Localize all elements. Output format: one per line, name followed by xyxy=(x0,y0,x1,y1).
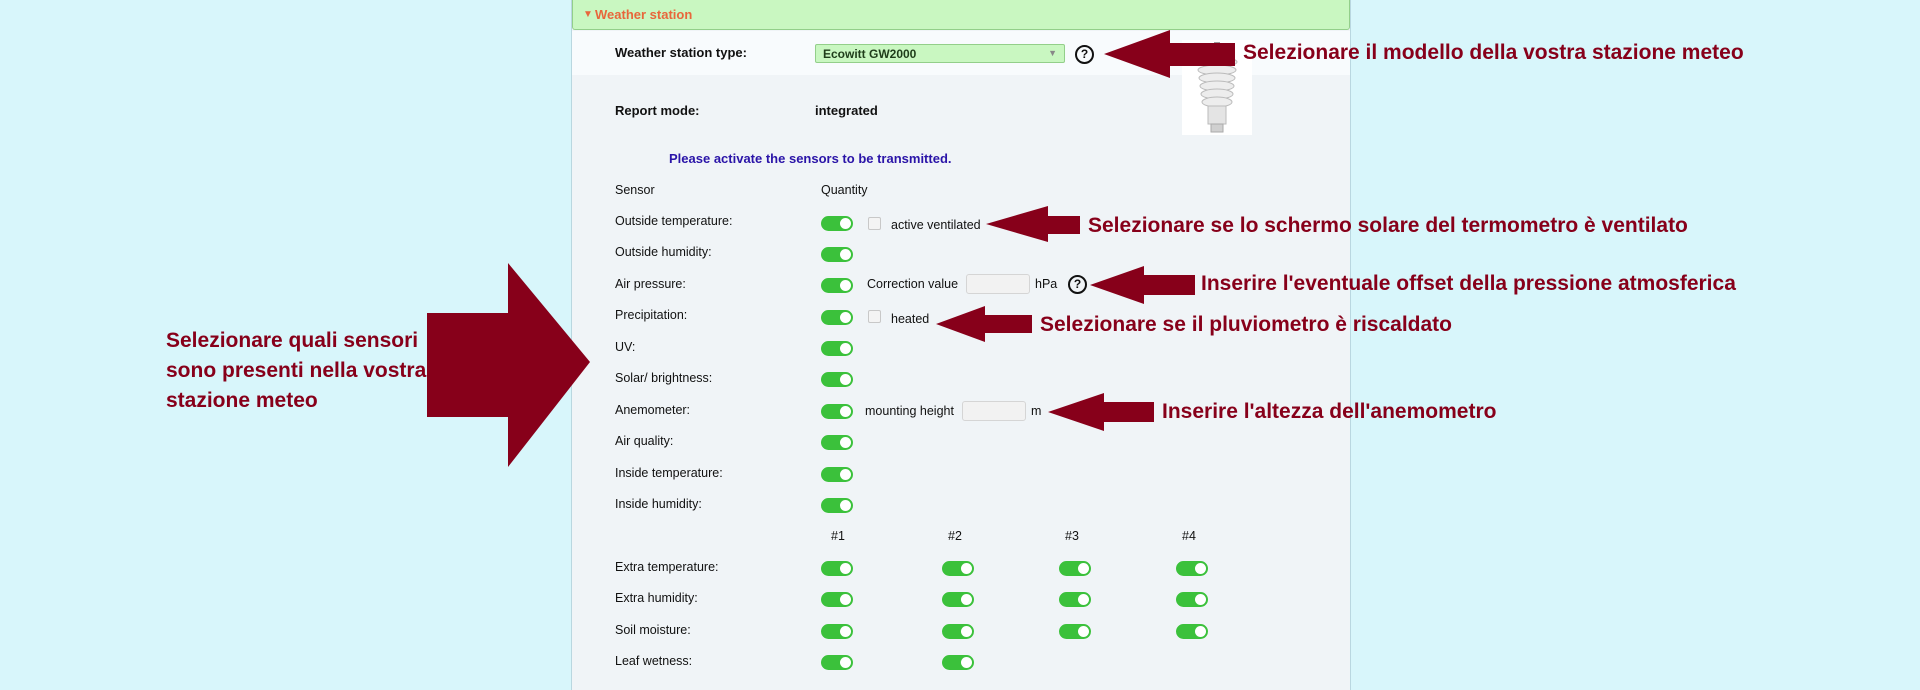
toggle-inside-humidity[interactable] xyxy=(821,498,853,513)
heated-label: heated xyxy=(891,312,930,326)
toggle-leaf-wetness-1[interactable] xyxy=(821,655,853,670)
active-ventilated-label: active ventilated xyxy=(891,218,981,232)
station-type-label: Weather station type: xyxy=(615,45,747,60)
toggle-extra-humidity-3[interactable] xyxy=(1059,592,1091,607)
toggle-soil-moisture-1[interactable] xyxy=(821,624,853,639)
panel-title: Weather station xyxy=(595,7,693,22)
column-header-2: #2 xyxy=(948,529,962,543)
toggle-extra-temperature-3[interactable] xyxy=(1059,561,1091,576)
sensor-label-extra-temperature: Extra temperature: xyxy=(615,560,719,574)
toggle-outside-temperature[interactable] xyxy=(821,216,853,231)
toggle-soil-moisture-4[interactable] xyxy=(1176,624,1208,639)
sensor-label-precipitation: Precipitation: xyxy=(615,308,688,322)
toggle-extra-humidity-1[interactable] xyxy=(821,592,853,607)
toggle-inside-temperature[interactable] xyxy=(821,467,853,482)
sensor-label-extra-humidity: Extra humidity: xyxy=(615,591,698,605)
annotation-sensors: Selezionare quali sensori sono presenti … xyxy=(166,329,427,412)
sensor-label-outside-temperature: Outside temperature: xyxy=(615,214,733,228)
toggle-solar[interactable] xyxy=(821,372,853,387)
column-header-4: #4 xyxy=(1182,529,1196,543)
sensor-label-solar: Solar/ brightness: xyxy=(615,371,713,385)
sensor-label-air-pressure: Air pressure: xyxy=(615,277,686,291)
toggle-leaf-wetness-2[interactable] xyxy=(942,655,974,670)
sensor-label-soil-moisture: Soil moisture: xyxy=(615,623,691,637)
sensor-label-inside-humidity: Inside humidity: xyxy=(615,497,702,511)
toggle-soil-moisture-3[interactable] xyxy=(1059,624,1091,639)
annotation-heated: Selezionare se il pluviometro è riscalda… xyxy=(1040,313,1452,336)
panel-header[interactable]: ▼ Weather station xyxy=(572,0,1350,30)
column-header-1: #1 xyxy=(831,529,845,543)
mounting-height-unit: m xyxy=(1031,404,1042,418)
toggle-uv[interactable] xyxy=(821,341,853,356)
chevron-down-icon: ▼ xyxy=(1048,48,1057,58)
toggle-extra-humidity-4[interactable] xyxy=(1176,592,1208,607)
mounting-height-input[interactable] xyxy=(962,401,1026,421)
pressure-correction-input[interactable] xyxy=(966,274,1030,294)
collapse-triangle-icon[interactable]: ▼ xyxy=(583,9,593,20)
red-arrow-icon xyxy=(427,263,590,467)
toggle-soil-moisture-2[interactable] xyxy=(942,624,974,639)
column-header-3: #3 xyxy=(1065,529,1079,543)
station-image xyxy=(1182,40,1252,135)
annotation-anemometer: Inserire l'altezza dell'anemometro xyxy=(1162,400,1497,423)
sensor-label-air-quality: Air quality: xyxy=(615,434,674,448)
toggle-extra-temperature-4[interactable] xyxy=(1176,561,1208,576)
toggle-air-quality[interactable] xyxy=(821,435,853,450)
annotation-model: Selezionare il modello della vostra staz… xyxy=(1243,41,1744,64)
station-type-value: Ecowitt GW2000 xyxy=(823,47,917,61)
sensor-label-uv: UV: xyxy=(615,340,636,354)
report-mode-value: integrated xyxy=(815,103,878,118)
pressure-unit: hPa xyxy=(1035,277,1058,291)
weather-station-panel: ▼ Weather station Weather station type: … xyxy=(571,0,1351,690)
mounting-height-label: mounting height xyxy=(865,404,954,418)
help-icon[interactable]: ? xyxy=(1075,45,1094,64)
toggle-extra-humidity-2[interactable] xyxy=(942,592,974,607)
info-text: Please activate the sensors to be transm… xyxy=(669,151,952,166)
correction-value-label: Correction value xyxy=(867,277,959,291)
annotation-pressure: Inserire l'eventuale offset della pressi… xyxy=(1201,272,1736,295)
toggle-anemometer[interactable] xyxy=(821,404,853,419)
sensor-label-leaf-wetness: Leaf wetness: xyxy=(615,654,693,668)
sensor-label-inside-temperature: Inside temperature: xyxy=(615,466,723,480)
toggle-outside-humidity[interactable] xyxy=(821,247,853,262)
column-quantity-header: Quantity xyxy=(821,183,868,197)
active-ventilated-checkbox[interactable] xyxy=(868,217,881,230)
sensor-label-anemometer: Anemometer: xyxy=(615,403,691,417)
annotation-ventilated: Selezionare se lo schermo solare del ter… xyxy=(1088,214,1688,237)
station-type-select[interactable]: Ecowitt GW2000 ▼ xyxy=(815,44,1065,63)
toggle-extra-temperature-1[interactable] xyxy=(821,561,853,576)
toggle-precipitation[interactable] xyxy=(821,310,853,325)
sensor-label-outside-humidity: Outside humidity: xyxy=(615,245,712,259)
toggle-air-pressure[interactable] xyxy=(821,278,853,293)
help-icon[interactable]: ? xyxy=(1068,275,1087,294)
column-sensor-header: Sensor xyxy=(615,183,655,197)
heated-checkbox[interactable] xyxy=(868,310,881,323)
report-mode-label: Report mode: xyxy=(615,103,700,118)
toggle-extra-temperature-2[interactable] xyxy=(942,561,974,576)
